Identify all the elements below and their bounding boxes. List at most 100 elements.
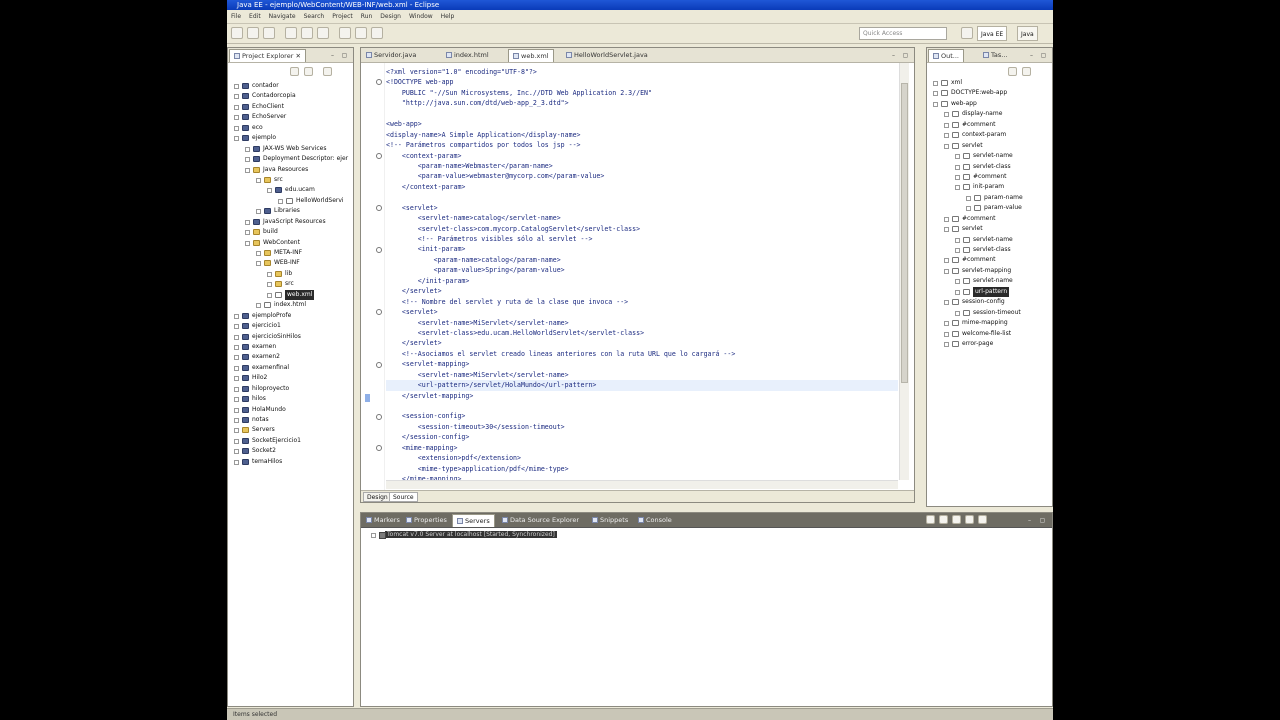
code-line[interactable]: </servlet> [386,286,898,296]
expand-icon[interactable] [944,331,949,337]
code-line[interactable]: <param-value>webmaster@mycorp.com</param… [386,171,898,181]
expand-icon[interactable] [234,418,239,423]
server-entry[interactable]: Tomcat v7.0 Server at localhost [Started… [371,530,557,540]
fold-icon[interactable] [376,309,382,316]
expand-icon[interactable] [955,174,960,180]
run-icon[interactable] [301,27,313,39]
code-line[interactable]: <param-value>Spring</param-value> [386,265,898,275]
fold-icon[interactable] [376,79,382,86]
outline-item[interactable]: web-app [927,99,1052,109]
start-server-icon[interactable] [939,515,948,524]
tree-item[interactable]: index.html [228,300,353,310]
tree-item[interactable]: build [228,227,353,237]
code-line[interactable]: <servlet-class>com.mycorp.CatalogServlet… [386,224,898,234]
editor-tab[interactable]: web.xml [508,49,554,62]
outline-item[interactable]: servlet-mapping [927,266,1052,276]
tree-item[interactable]: lib [228,269,353,279]
view-menu-icon[interactable] [323,67,332,76]
link-editor-icon[interactable] [304,67,313,76]
tree-item[interactable]: src [228,279,353,289]
outline-item[interactable]: url-pattern [927,286,1052,297]
expand-icon[interactable] [944,112,949,118]
menu-project[interactable]: Project [328,10,357,24]
code-area[interactable]: <?xml version="1.0" encoding="UTF-8"?> <!… [386,67,898,480]
tab-source[interactable]: Source [389,492,418,502]
code-line[interactable]: "http://java.sun.com/dtd/web-app_2_3.dtd… [386,98,898,108]
outline-item[interactable]: #comment [927,255,1052,265]
stop-server-icon[interactable] [965,515,974,524]
code-line[interactable]: <servlet-mapping> [386,359,898,369]
perspective-java[interactable]: Java [1017,26,1038,41]
expand-icon[interactable] [234,313,239,319]
tree-item[interactable]: contador [228,81,353,91]
expand-icon[interactable] [234,334,239,340]
tree-item[interactable]: EchoServer [228,112,353,122]
expand-icon[interactable] [944,122,949,128]
new-icon[interactable] [231,27,243,39]
outline-item[interactable]: error-page [927,339,1052,349]
outline-item[interactable]: servlet-class [927,245,1052,255]
outline-item[interactable]: init-param [927,182,1052,192]
expand-icon[interactable] [966,206,971,212]
tree-item[interactable]: web.xml [228,289,353,300]
save-icon[interactable] [247,27,259,39]
code-line[interactable]: <web-app> [386,119,898,129]
code-line[interactable]: <context-param> [386,151,898,161]
code-line[interactable]: </servlet-mapping> [386,391,898,401]
minimize-icon[interactable]: – [1025,517,1034,524]
outline-item[interactable]: servlet-name [927,276,1052,286]
code-line[interactable]: </init-param> [386,276,898,286]
tree-item[interactable]: examen [228,342,353,352]
tree-item[interactable]: hilos [228,394,353,404]
tab-design[interactable]: Design [363,492,392,502]
expand-icon[interactable] [234,397,239,403]
code-line[interactable]: </servlet> [386,338,898,348]
expand-icon[interactable] [234,136,239,142]
expand-icon[interactable] [955,279,960,285]
minimize-icon[interactable]: – [1027,52,1036,59]
maximize-icon[interactable]: ▢ [340,52,349,59]
maximize-icon[interactable]: ▢ [1038,517,1047,524]
expand-icon[interactable] [267,271,272,277]
tree-item[interactable]: ejemploProfe [228,311,353,321]
outline-item[interactable]: session-timeout [927,308,1052,318]
outline-item[interactable]: #comment [927,172,1052,182]
tree-item[interactable]: SocketEjercicio1 [228,436,353,446]
minimize-icon[interactable]: – [889,52,898,59]
outline-item[interactable]: servlet-name [927,235,1052,245]
tab-tasks[interactable]: Tas... [979,49,1011,62]
menu-edit[interactable]: Edit [245,10,265,24]
expand-icon[interactable] [955,310,960,316]
tree-item[interactable]: Socket2 [228,446,353,456]
outline-item[interactable]: servlet [927,141,1052,151]
code-line[interactable]: <extension>pdf</extension> [386,453,898,463]
tree-item[interactable]: JavaScript Resources [228,217,353,227]
expand-icon[interactable] [234,104,239,110]
expand-icon[interactable] [256,261,261,267]
code-line[interactable]: <init-param> [386,244,898,254]
bottom-tab[interactable]: Snippets [588,514,632,527]
outline-item[interactable]: welcome-file-list [927,329,1052,339]
expand-icon[interactable] [245,230,250,236]
expand-icon[interactable] [267,292,272,298]
expand-icon[interactable] [245,240,250,246]
vertical-scrollbar[interactable] [899,63,909,480]
maximize-icon[interactable]: ▢ [1039,52,1048,59]
tree-item[interactable]: Libraries [228,206,353,216]
expand-icon[interactable] [234,438,239,444]
code-line[interactable] [386,192,898,202]
expand-icon[interactable] [256,303,261,309]
tree-item[interactable]: Java Resources [228,165,353,175]
tree-item[interactable]: examen2 [228,352,353,362]
expand-icon[interactable] [234,324,239,330]
tree-item[interactable]: Contadorcopia [228,91,353,101]
outline-item[interactable]: #comment [927,120,1052,130]
publish-icon[interactable] [978,515,987,524]
code-line[interactable]: <mime-type>application/pdf</mime-type> [386,464,898,474]
back-icon[interactable] [355,27,367,39]
expand-icon[interactable] [278,198,283,204]
expand-icon[interactable] [944,300,949,306]
expand-icon[interactable] [955,248,960,253]
expand-icon[interactable] [256,177,261,183]
fold-icon[interactable] [376,246,382,253]
